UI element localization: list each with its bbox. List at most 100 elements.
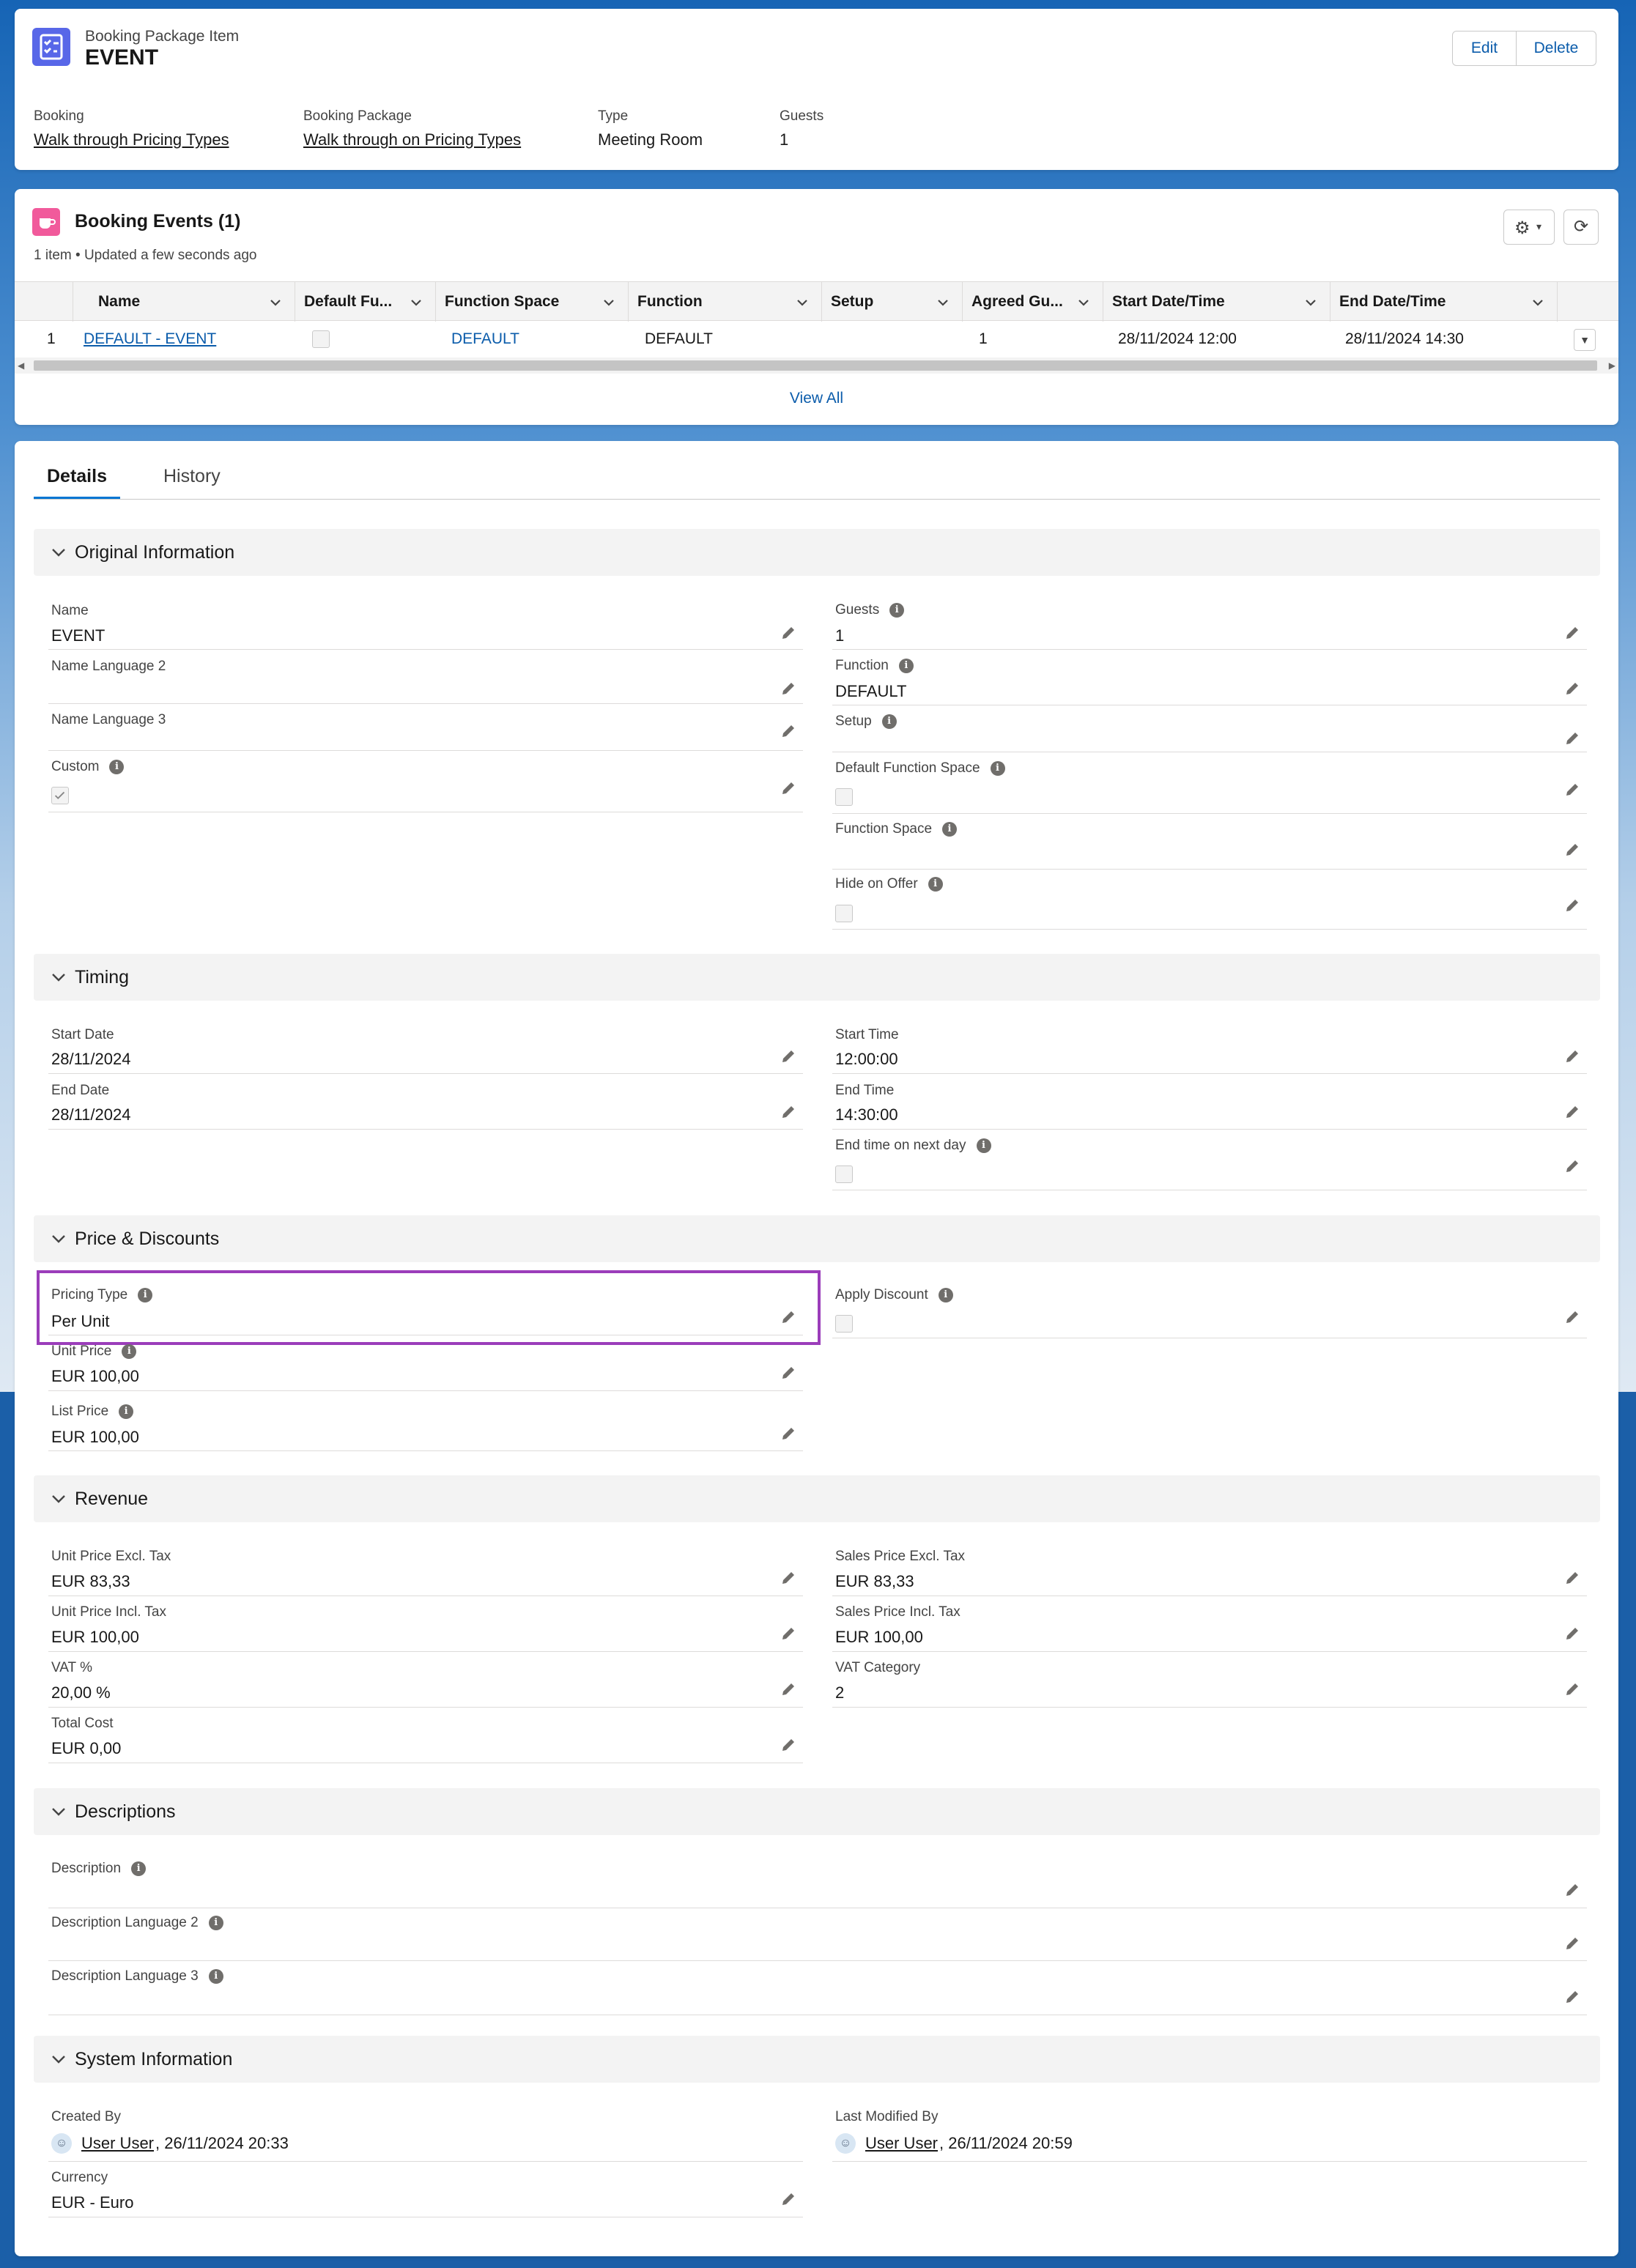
function-space-link[interactable]: DEFAULT [451,321,519,357]
edit-next-day-pencil-icon[interactable] [1563,1157,1581,1175]
field-label-list-price: List Price i [51,1404,134,1420]
edit-currency-pencil-icon[interactable] [780,2190,797,2208]
section-system-information[interactable]: System Information [34,2036,1600,2083]
delete-button[interactable]: Delete [1516,31,1596,66]
edit-pencil-icon[interactable] [780,1625,797,1642]
related-list-subtitle: 1 item • Updated a few seconds ago [34,248,257,263]
edit-custom-pencil-icon[interactable] [780,779,797,797]
edit-pencil-icon[interactable] [1563,1680,1581,1698]
edit-pencil-icon[interactable] [780,1569,797,1587]
event-name-link[interactable]: DEFAULT - EVENT [84,321,216,357]
column-header-setup[interactable]: Setup [822,282,963,322]
edit-pencil-icon[interactable] [1563,1988,1581,2006]
scroll-right-arrow[interactable]: ▶ [1609,360,1615,371]
modified-by-user-link[interactable]: User User [865,2134,938,2153]
field-label-start-date: Start Date [51,1027,114,1042]
info-icon[interactable]: i [928,876,943,892]
column-header-name[interactable]: Name [73,282,295,322]
section-revenue[interactable]: Revenue [34,1475,1600,1522]
column-header-default-function[interactable]: Default Fu... [295,282,436,322]
edit-pencil-icon[interactable] [780,1680,797,1698]
info-icon[interactable]: i [208,1968,223,1984]
edit-function-space-pencil-icon[interactable] [1563,841,1581,859]
edit-list-price-pencil-icon[interactable] [780,1425,797,1442]
column-header-agreed-guests[interactable]: Agreed Gu... [963,282,1103,322]
info-icon[interactable]: i [898,658,914,673]
field-underline [48,2161,803,2162]
field-value-vat-category: 2 [835,1683,845,1702]
edit-setup-pencil-icon[interactable] [1563,730,1581,747]
tab-history[interactable]: History [163,466,221,487]
field-label-custom: Custom i [51,759,125,775]
edit-unit-price-pencil-icon[interactable] [780,1364,797,1382]
field-value-end-time: 14:30:00 [835,1105,898,1124]
edit-pencil-icon[interactable] [780,1736,797,1754]
info-icon[interactable]: i [109,759,125,774]
info-icon[interactable]: i [976,1138,991,1153]
section-descriptions[interactable]: Descriptions [34,1788,1600,1835]
edit-end-date-pencil-icon[interactable] [780,1103,797,1121]
end-datetime-cell: 28/11/2024 14:30 [1345,330,1464,347]
refresh-button[interactable]: ⟳ [1563,210,1599,245]
edit-apply-discount-pencil-icon[interactable] [1563,1308,1581,1326]
settings-menu-button[interactable]: ⚙ ▾ [1503,210,1555,245]
info-icon[interactable]: i [889,602,905,618]
tab-details[interactable]: Details [47,466,107,487]
info-icon[interactable]: i [881,714,897,729]
edit-name-pencil-icon[interactable] [780,624,797,642]
edit-dfs-pencil-icon[interactable] [1563,781,1581,798]
header-field-label: Booking [34,108,84,124]
column-header-function-space[interactable]: Function Space [436,282,629,322]
edit-name3-pencil-icon[interactable] [780,722,797,740]
created-by-user-link[interactable]: User User [81,2134,154,2153]
info-icon[interactable]: i [119,1404,134,1419]
scroll-left-arrow[interactable]: ◀ [18,360,24,371]
info-icon[interactable]: i [942,821,958,837]
edit-hide-on-offer-pencil-icon[interactable] [1563,897,1581,914]
scroll-thumb[interactable] [34,360,1597,371]
section-original-information[interactable]: Original Information [34,529,1600,576]
column-header-end[interactable]: End Date/Time [1330,282,1558,322]
field-value-name: EVENT [51,626,106,645]
edit-function-pencil-icon[interactable] [1563,680,1581,697]
edit-button[interactable]: Edit [1452,31,1517,66]
field-value-guests: 1 [835,626,845,645]
row-action-button[interactable]: ▼ [1574,329,1596,351]
edit-pricing-type-pencil-icon[interactable] [780,1308,797,1326]
pricing-type-highlight-box [37,1270,821,1345]
edit-pencil-icon[interactable] [1563,1881,1581,1899]
booking-package-link[interactable]: Walk through on Pricing Types [303,130,521,149]
edit-pencil-icon[interactable] [1563,1569,1581,1587]
type-value: Meeting Room [598,130,703,149]
related-list-title[interactable]: Booking Events (1) [75,211,240,232]
field-label-description-3: Description Language 3i [51,1968,223,1984]
info-icon[interactable]: i [938,1287,953,1302]
section-title: Descriptions [75,1801,176,1822]
edit-pencil-icon[interactable] [1563,1625,1581,1642]
field-label-total-cost: Total Cost [51,1716,114,1731]
info-icon[interactable]: i [131,1861,147,1876]
edit-start-date-pencil-icon[interactable] [780,1048,797,1065]
chevron-down-icon: ▾ [1536,220,1542,232]
field-label-sales-price-incl: Sales Price Incl. Tax [835,1604,960,1620]
info-icon[interactable]: i [990,760,1005,776]
edit-guests-pencil-icon[interactable] [1563,624,1581,642]
section-price-discounts[interactable]: Price & Discounts [34,1215,1600,1262]
field-underline [832,813,1587,814]
booking-link[interactable]: Walk through Pricing Types [34,130,229,149]
chevron-down-icon: ▼ [1580,334,1590,346]
edit-start-time-pencil-icon[interactable] [1563,1048,1581,1065]
view-all-link[interactable]: View All [15,390,1618,407]
info-icon[interactable]: i [122,1344,137,1359]
info-icon[interactable]: i [208,1915,223,1930]
info-icon[interactable]: i [138,1287,153,1302]
tab-bar-divider [34,499,1600,500]
column-header-function[interactable]: Function [629,282,822,322]
section-timing[interactable]: Timing [34,954,1600,1001]
horizontal-scrollbar[interactable]: ◀ ▶ [15,357,1618,374]
field-value-function: DEFAULT [835,682,907,700]
edit-pencil-icon[interactable] [1563,1935,1581,1952]
edit-end-time-pencil-icon[interactable] [1563,1103,1581,1121]
column-header-start[interactable]: Start Date/Time [1103,282,1330,322]
edit-name2-pencil-icon[interactable] [780,680,797,697]
